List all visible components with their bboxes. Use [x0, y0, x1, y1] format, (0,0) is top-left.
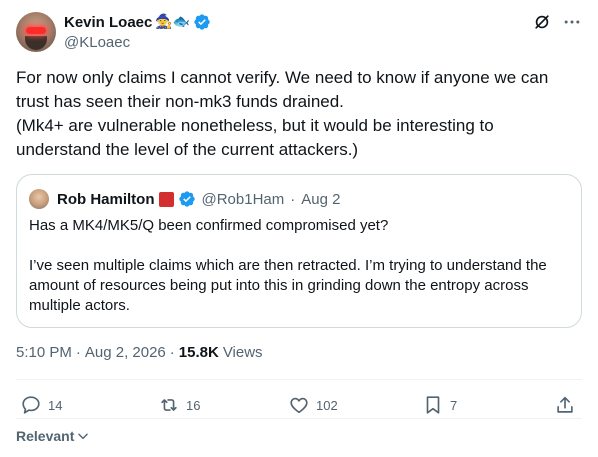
repost-button[interactable]: 16 — [158, 392, 200, 418]
quoted-tweet-header: Rob Hamilton @Rob1Ham · Aug 2 — [29, 189, 340, 209]
quoted-separator: · — [290, 190, 296, 208]
verified-badge-icon — [178, 191, 195, 207]
share-icon — [557, 396, 573, 413]
quoted-date: Aug 2 — [301, 190, 341, 208]
quoted-tweet-text: Has a MK4/MK5/Q been confirmed compromis… — [29, 217, 547, 314]
bookmark-icon — [426, 396, 440, 414]
avatar[interactable] — [16, 12, 56, 52]
tweet-meta: 5:10 PM · Aug 2, 2026 · 15.8K Views — [16, 344, 263, 361]
author-display-name[interactable]: Kevin Loaec — [64, 14, 152, 31]
divider — [16, 379, 582, 380]
bookmark-button[interactable]: 7 — [422, 392, 457, 418]
verified-badge-icon[interactable] — [193, 13, 211, 31]
sort-label: Relevant — [16, 428, 75, 444]
share-button[interactable] — [554, 392, 576, 418]
meta-separator: · — [75, 344, 81, 361]
author-name-emojis: 🧙🐟 — [155, 14, 191, 30]
repost-icon — [161, 399, 177, 411]
repost-count: 16 — [186, 397, 201, 413]
tweet: Kevin Loaec 🧙🐟 @KLoaec For now only clai… — [0, 0, 598, 457]
quoted-display-name: Rob Hamilton — [57, 190, 155, 208]
meta-separator-2: · — [169, 344, 175, 361]
tweet-date[interactable]: Aug 2, 2026 — [85, 344, 166, 361]
reply-icon — [22, 396, 40, 414]
divider — [16, 418, 582, 419]
quoted-handle: @Rob1Ham — [201, 190, 285, 208]
author-names: Kevin Loaec 🧙🐟 @KLoaec — [64, 12, 211, 52]
tweet-text: For now only claims I cannot verify. We … — [16, 68, 549, 159]
avatar-beard — [25, 36, 47, 50]
views-label: Views — [222, 344, 263, 361]
avatar-laser-eyes — [26, 27, 46, 34]
like-button[interactable]: 102 — [288, 392, 338, 418]
like-icon — [290, 397, 308, 414]
chevron-down-icon — [78, 433, 89, 440]
quoted-tweet[interactable]: Rob Hamilton @Rob1Ham · Aug 2 Has a MK4/… — [16, 174, 582, 328]
top-actions — [532, 12, 582, 32]
more-icon[interactable] — [562, 12, 582, 32]
bookmark-count: 7 — [450, 397, 458, 413]
action-bar: 14 16 102 7 — [16, 392, 582, 418]
display-name-line: Kevin Loaec 🧙🐟 — [64, 12, 211, 32]
author-handle[interactable]: @KLoaec — [64, 34, 211, 51]
reply-button[interactable]: 14 — [20, 392, 62, 418]
like-count: 102 — [316, 397, 338, 413]
red-square-emoji — [158, 191, 174, 207]
tweet-header: Kevin Loaec 🧙🐟 @KLoaec — [16, 12, 582, 52]
sort-selector[interactable]: Relevant — [16, 428, 90, 444]
grok-icon[interactable] — [532, 12, 552, 32]
views-count: 15.8K — [178, 344, 219, 361]
tweet-time[interactable]: 5:10 PM — [16, 344, 72, 361]
reply-count: 14 — [48, 397, 63, 413]
quoted-avatar — [29, 189, 49, 209]
